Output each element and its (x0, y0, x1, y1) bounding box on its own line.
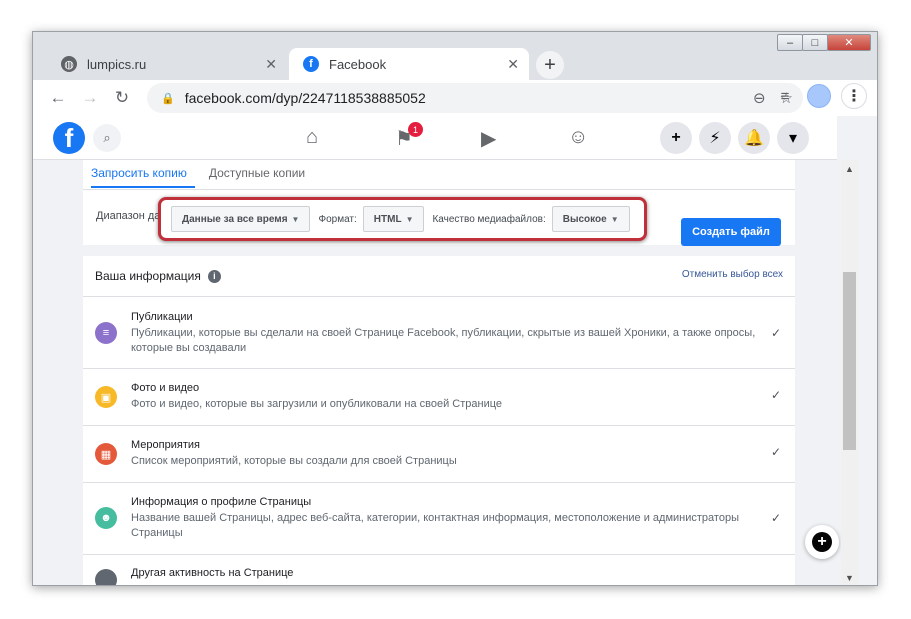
tab-facebook[interactable]: f Facebook ✕ (289, 48, 529, 80)
page-viewport: f ⌕ ⌂ ⚑ 1 ▶ ☺ + ⚡ 🔔 ▾ Запросить копию До… (33, 116, 877, 585)
section-title: Ваша информация (95, 269, 201, 283)
events-calendar-icon: ▦ (95, 443, 117, 465)
list-item[interactable]: Другая активность на Странице (83, 554, 795, 585)
tab-lumpics[interactable]: ◍ lumpics.ru ✕ (47, 48, 287, 80)
item-description: Публикации, которые вы сделали на своей … (131, 327, 756, 354)
quality-label: Качество медиафайлов: (432, 213, 546, 225)
item-description: Список мероприятий, которые вы создали д… (131, 455, 457, 467)
export-settings-card: Запросить копию Доступные копии Диапазон… (83, 160, 795, 246)
address-bar[interactable]: 🔒 facebook.com/dyp/2247118538885052 ⊖ ☆ (147, 83, 803, 113)
tab-label: Facebook (329, 56, 387, 72)
item-title: Другая активность на Странице (131, 567, 294, 579)
lock-icon: 🔒 (161, 92, 175, 105)
browser-menu-icon[interactable]: ⋮ (841, 83, 867, 109)
new-tab-button[interactable]: + (536, 51, 564, 79)
scroll-down-arrow-icon[interactable]: ▼ (845, 573, 854, 583)
new-message-button[interactable]: + (805, 525, 839, 559)
url-text: facebook.com/dyp/2247118538885052 (184, 90, 426, 106)
close-tab-icon[interactable]: ✕ (507, 56, 519, 73)
item-title: Информация о профиле Страницы (131, 496, 312, 508)
chevron-down-icon: ▼ (291, 214, 300, 224)
list-item[interactable]: ▦ Мероприятия Список мероприятий, которы… (83, 425, 795, 482)
facebook-header: f ⌕ ⌂ ⚑ 1 ▶ ☺ + ⚡ 🔔 ▾ (33, 116, 837, 160)
checkbox[interactable]: ✓ (771, 511, 781, 525)
zoom-icon[interactable]: ⊖ (753, 89, 766, 107)
item-title: Публикации (131, 311, 193, 323)
export-options-highlight: Данные за все время ▼ Формат: HTML ▼ Кач… (158, 197, 647, 241)
date-range-dropdown[interactable]: Данные за все время ▼ (171, 206, 311, 232)
format-value: HTML (373, 213, 402, 225)
quality-dropdown[interactable]: Высокое ▼ (551, 206, 630, 232)
close-tab-icon[interactable]: ✕ (265, 56, 277, 73)
your-information-card: Ваша информация i Отменить выбор всех ≡ … (83, 256, 795, 585)
item-description: Название вашей Страницы, адрес веб-сайта… (131, 512, 739, 539)
media-control-icon[interactable]: ≡ (773, 84, 797, 108)
reload-icon[interactable]: ↻ (107, 83, 137, 113)
create-file-button[interactable]: Создать файл (681, 218, 781, 246)
checkbox[interactable]: ✓ (771, 326, 781, 340)
date-range-value: Данные за все время (182, 213, 288, 225)
profile-info-icon: ☻ (95, 507, 117, 529)
item-title: Фото и видео (131, 382, 200, 394)
format-label: Формат: (318, 213, 357, 225)
chevron-down-icon: ▼ (610, 214, 619, 224)
tab-strip: ◍ lumpics.ru ✕ f Facebook ✕ (33, 44, 877, 80)
item-title: Мероприятия (131, 439, 200, 451)
format-dropdown[interactable]: HTML ▼ (362, 206, 425, 232)
search-icon[interactable]: ⌕ (93, 124, 121, 152)
plus-icon: + (812, 532, 832, 552)
messenger-icon[interactable]: ⚡ (699, 122, 731, 154)
create-button[interactable]: + (660, 122, 692, 154)
item-description: Фото и видео, которые вы загрузили и опу… (131, 398, 503, 410)
browser-window: – □ ✕ ◍ lumpics.ru ✕ f Facebook ✕ + ← → … (32, 31, 878, 586)
notification-badge: 1 (408, 122, 423, 137)
scroll-up-arrow-icon[interactable]: ▲ (845, 164, 854, 174)
browser-toolbar: ← → ↻ 🔒 facebook.com/dyp/224711853888505… (33, 80, 877, 116)
globe-icon: ◍ (61, 56, 77, 72)
scrollbar-thumb[interactable] (843, 272, 856, 450)
avatar[interactable] (807, 84, 831, 108)
photos-icon: ▣ (95, 386, 117, 408)
home-icon[interactable]: ⌂ (306, 126, 318, 149)
list-item[interactable]: ≡ Публикации Публикации, которые вы сдел… (83, 296, 795, 368)
checkbox[interactable]: ✓ (771, 388, 781, 402)
notifications-icon[interactable]: 🔔 (738, 122, 770, 154)
tab-available-copies[interactable]: Доступные копии (209, 166, 313, 188)
chevron-down-icon: ▼ (405, 214, 414, 224)
deselect-all-link[interactable]: Отменить выбор всех (682, 269, 783, 280)
info-icon[interactable]: i (207, 269, 221, 283)
account-menu-icon[interactable]: ▾ (777, 122, 809, 154)
back-arrow-icon[interactable]: ← (43, 83, 73, 113)
tab-label: lumpics.ru (87, 56, 147, 72)
facebook-logo[interactable]: f (53, 122, 85, 154)
groups-icon[interactable]: ☺ (568, 126, 588, 149)
posts-icon: ≡ (95, 322, 117, 344)
list-item[interactable]: ☻ Информация о профиле Страницы Название… (83, 482, 795, 554)
checkbox[interactable]: ✓ (771, 445, 781, 459)
quality-value: Высокое (562, 213, 607, 225)
divider (83, 189, 795, 190)
facebook-icon: f (303, 56, 319, 72)
watch-icon[interactable]: ▶ (481, 126, 496, 151)
date-range-label: Диапазон да (96, 210, 161, 222)
tab-request-copy[interactable]: Запросить копию (91, 166, 195, 188)
section-header: Ваша информация i (95, 269, 221, 283)
page-right-margin (858, 160, 877, 585)
forward-arrow-icon[interactable]: → (75, 83, 105, 113)
list-item[interactable]: ▣ Фото и видео Фото и видео, которые вы … (83, 368, 795, 425)
activity-icon (95, 569, 117, 585)
scrollbar[interactable]: ▲ ▼ (841, 160, 858, 585)
